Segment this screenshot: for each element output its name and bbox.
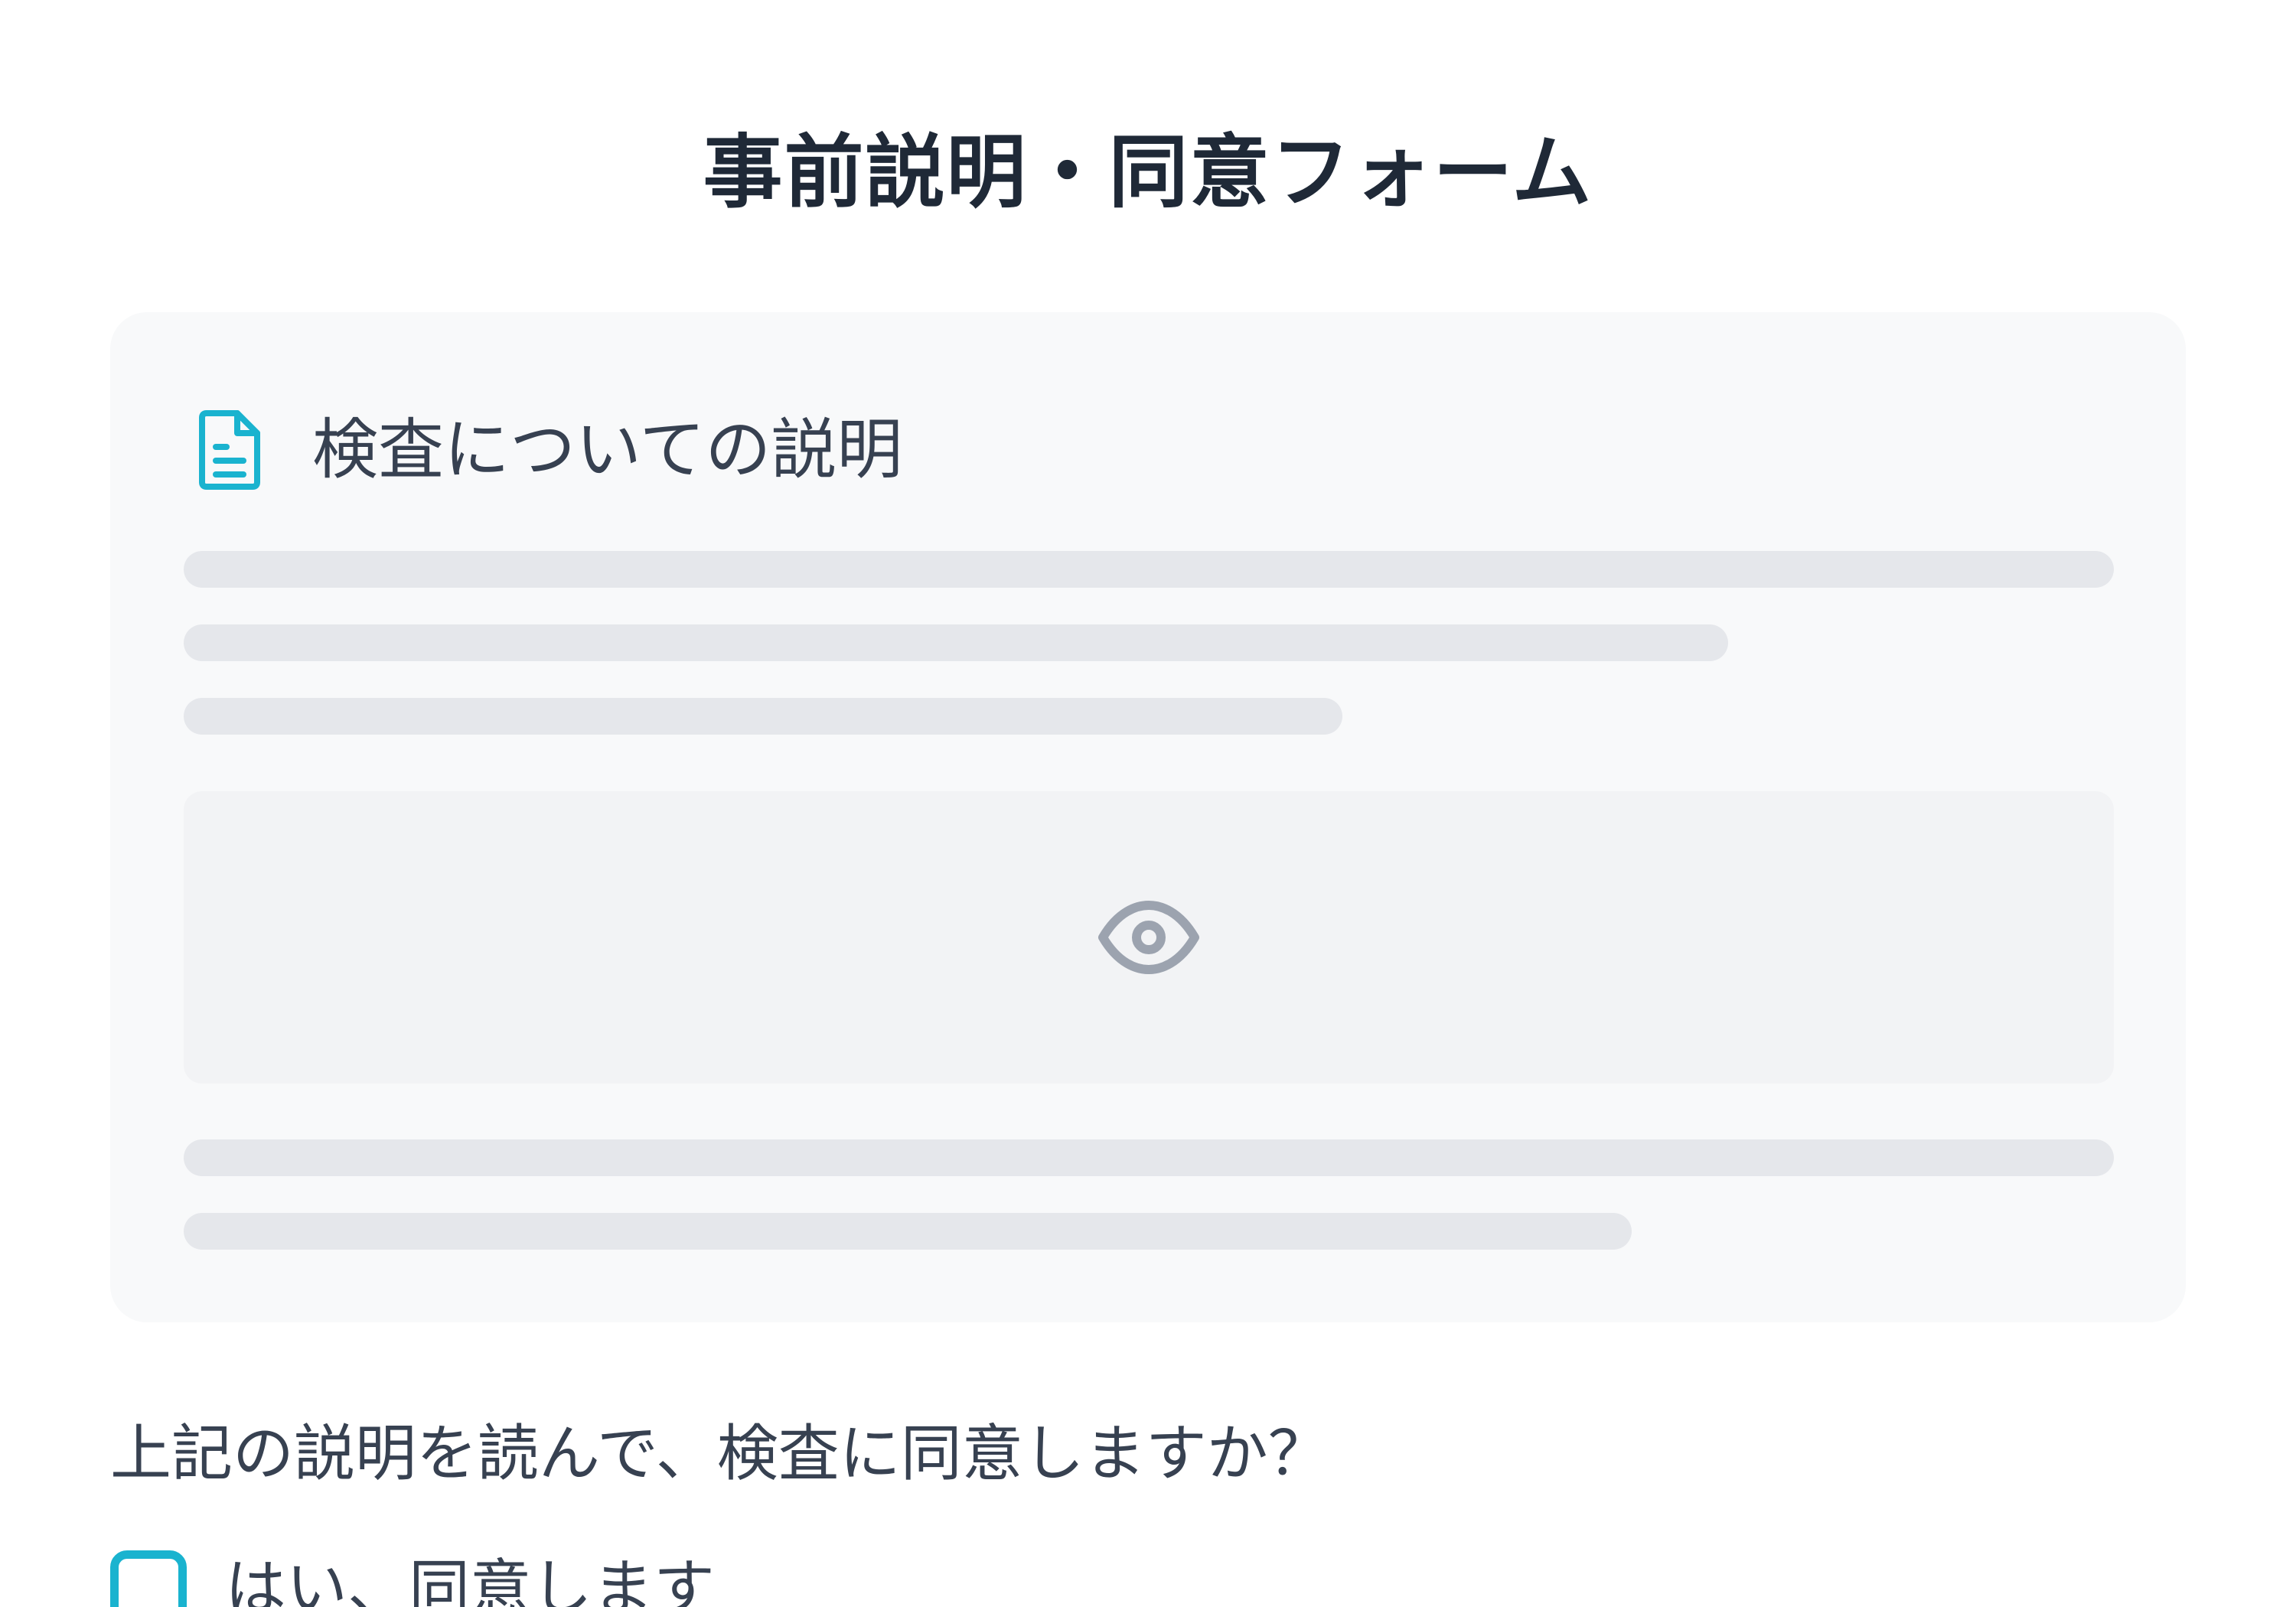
- agree-checkbox[interactable]: [110, 1550, 187, 1607]
- content-preview[interactable]: [184, 791, 2114, 1084]
- document-icon: [199, 410, 260, 490]
- text-placeholder-line: [184, 551, 2114, 588]
- consent-question: 上記の説明を読んで、検査に同意しますか？: [110, 1418, 1329, 1489]
- explanation-card: 検査についての説明: [110, 312, 2186, 1322]
- eye-icon: [1098, 901, 1199, 974]
- text-placeholder-line: [184, 624, 1728, 661]
- explanation-card-title: 検査についての説明: [312, 412, 903, 488]
- consent-option-agree[interactable]: はい、同意します: [110, 1550, 715, 1607]
- text-placeholder-line: [184, 698, 1342, 735]
- explanation-card-header: 検査についての説明: [193, 396, 902, 504]
- agree-option-label[interactable]: はい、同意します: [225, 1550, 715, 1607]
- consent-form-page: 事前説明・同意フォーム 検査についての説明 上記の説明を読んで、検査に同意します…: [0, 0, 2296, 1607]
- text-placeholder-line: [184, 1213, 1632, 1250]
- page-title: 事前説明・同意フォーム: [703, 125, 1593, 219]
- text-placeholder-line: [184, 1139, 2114, 1176]
